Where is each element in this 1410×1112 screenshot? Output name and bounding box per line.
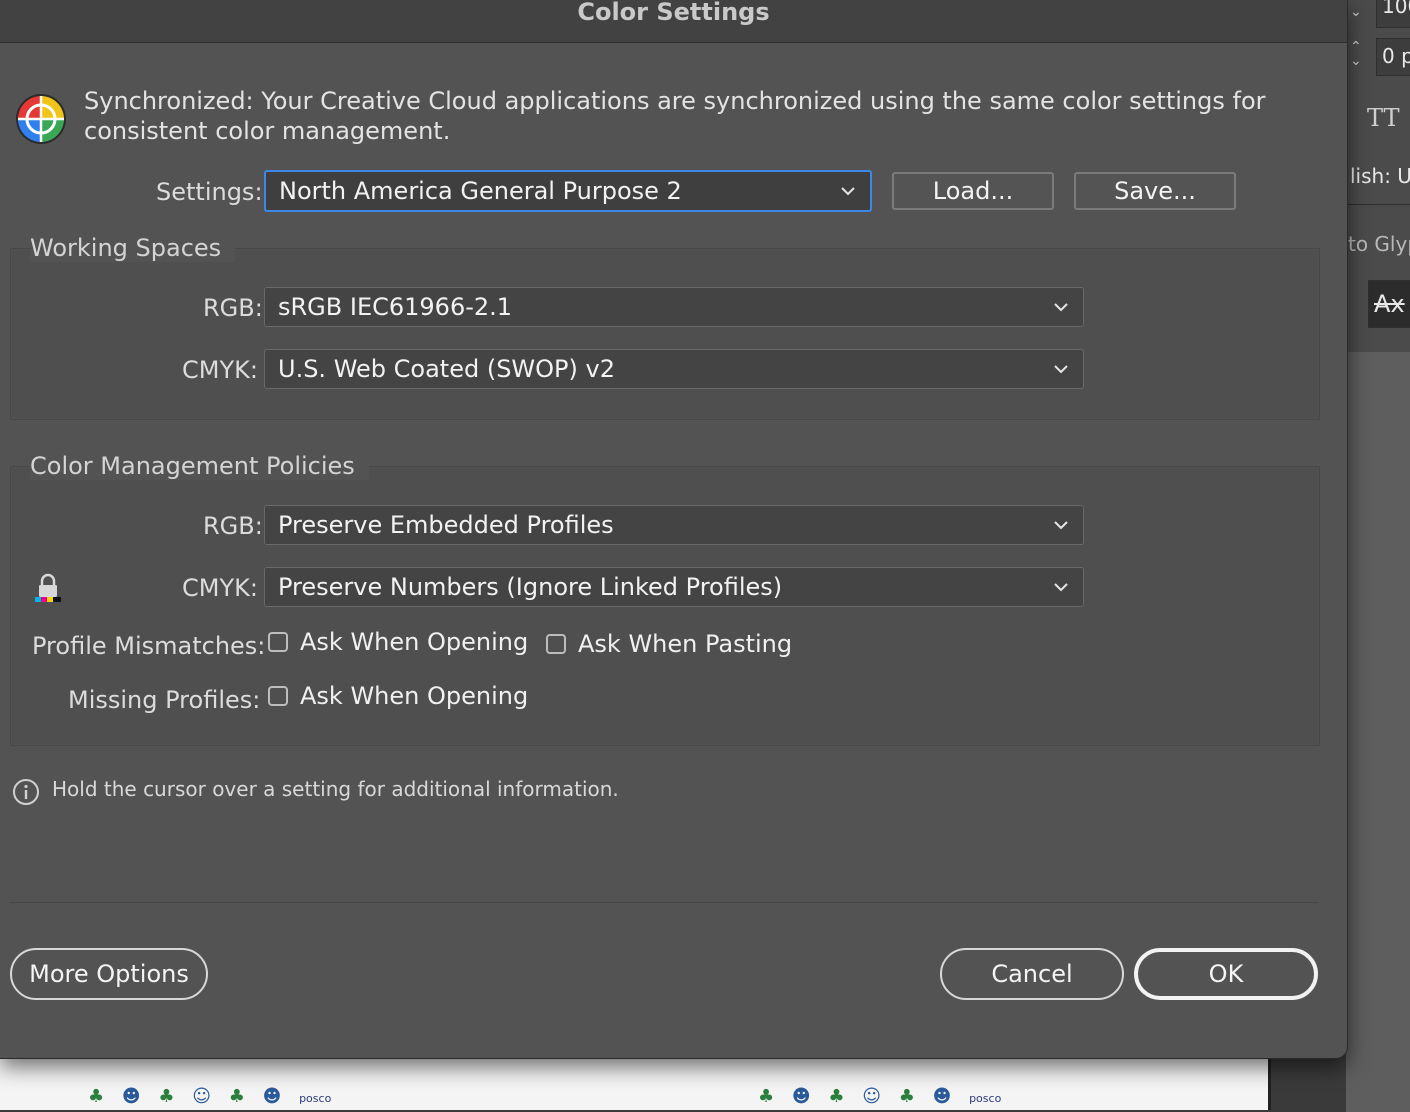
mismatch-ask-when-pasting-label[interactable]: Ask When Pasting	[578, 630, 792, 658]
ws-cmyk-value: U.S. Web Coated (SWOP) v2	[278, 355, 615, 383]
bg-value-2: 0 p	[1382, 44, 1410, 68]
document-pattern-left: ♣ ☻ ♣ ☺ ♣ ☻ posco	[88, 1086, 332, 1107]
chevron-down-icon	[1054, 521, 1068, 530]
lock-icon	[35, 573, 61, 602]
info-text: Hold the cursor over a setting for addit…	[52, 777, 619, 801]
bg-language-label: lish: UI	[1350, 164, 1410, 188]
working-spaces-legend: Working Spaces	[30, 234, 236, 262]
chevron-down-icon	[1054, 583, 1068, 592]
working-spaces-group	[10, 248, 1320, 420]
mismatch-ask-when-pasting-checkbox[interactable]	[546, 634, 566, 654]
policy-rgb-value: Preserve Embedded Profiles	[278, 511, 614, 539]
settings-label: Settings:	[156, 178, 263, 206]
cancel-button[interactable]: Cancel	[940, 948, 1124, 1000]
page-edge	[1268, 1058, 1271, 1110]
color-sync-icon	[16, 94, 66, 144]
policy-cmyk-label: CMYK:	[182, 574, 258, 602]
chevron-down-icon	[1054, 365, 1068, 374]
settings-select[interactable]: North America General Purpose 2	[264, 170, 872, 212]
document-pattern-right: ♣ ☻ ♣ ☺ ♣ ☻ posco	[758, 1086, 1002, 1107]
bg-value-1: 100	[1382, 0, 1410, 18]
info-icon	[13, 779, 39, 805]
chevron-down-icon	[841, 187, 855, 196]
title-bar[interactable]: Color Settings	[0, 0, 1347, 43]
mismatch-ask-when-opening-checkbox[interactable]	[268, 632, 288, 652]
save-button[interactable]: Save...	[1074, 172, 1236, 210]
ws-rgb-value: sRGB IEC61966-2.1	[278, 293, 513, 321]
ws-rgb-select[interactable]: sRGB IEC61966-2.1	[264, 287, 1084, 327]
footer-divider	[10, 902, 1318, 903]
ws-cmyk-label: CMYK:	[182, 356, 258, 384]
settings-value: North America General Purpose 2	[279, 177, 682, 205]
ws-cmyk-select[interactable]: U.S. Web Coated (SWOP) v2	[264, 349, 1084, 389]
dialog-title: Color Settings	[577, 0, 770, 26]
policies-legend: Color Management Policies	[30, 452, 369, 480]
policy-rgb-select[interactable]: Preserve Embedded Profiles	[264, 505, 1084, 545]
load-button[interactable]: Load...	[892, 172, 1054, 210]
missing-ask-when-opening-label[interactable]: Ask When Opening	[300, 682, 528, 710]
bg-divider	[1348, 204, 1410, 205]
bg-glyph-label: to Glyp	[1348, 232, 1410, 256]
more-options-button[interactable]: More Options	[10, 948, 208, 1000]
chevron-down-icon[interactable]: ⌄	[1350, 4, 1362, 20]
ok-button[interactable]: OK	[1134, 948, 1318, 1000]
policy-rgb-label: RGB:	[203, 512, 263, 540]
ax-glyph: Ax	[1374, 290, 1405, 318]
color-settings-dialog: Color Settings Synchronized: Your Creati…	[0, 0, 1348, 1059]
sync-message: Synchronized: Your Creative Cloud applic…	[84, 87, 1266, 145]
policy-cmyk-select[interactable]: Preserve Numbers (Ignore Linked Profiles…	[264, 567, 1084, 607]
tt-glyph[interactable]: TT	[1367, 104, 1399, 132]
background-area	[1346, 352, 1410, 1112]
policy-cmyk-value: Preserve Numbers (Ignore Linked Profiles…	[278, 573, 783, 601]
ws-rgb-label: RGB:	[203, 294, 263, 322]
stepper-icon[interactable]: ⌃ ⌄	[1350, 40, 1362, 68]
missing-profiles-label: Missing Profiles:	[68, 686, 261, 714]
profile-mismatches-label: Profile Mismatches:	[32, 632, 266, 660]
mismatch-ask-when-opening-label[interactable]: Ask When Opening	[300, 628, 528, 656]
chevron-down-icon	[1054, 303, 1068, 312]
missing-ask-when-opening-checkbox[interactable]	[268, 686, 288, 706]
